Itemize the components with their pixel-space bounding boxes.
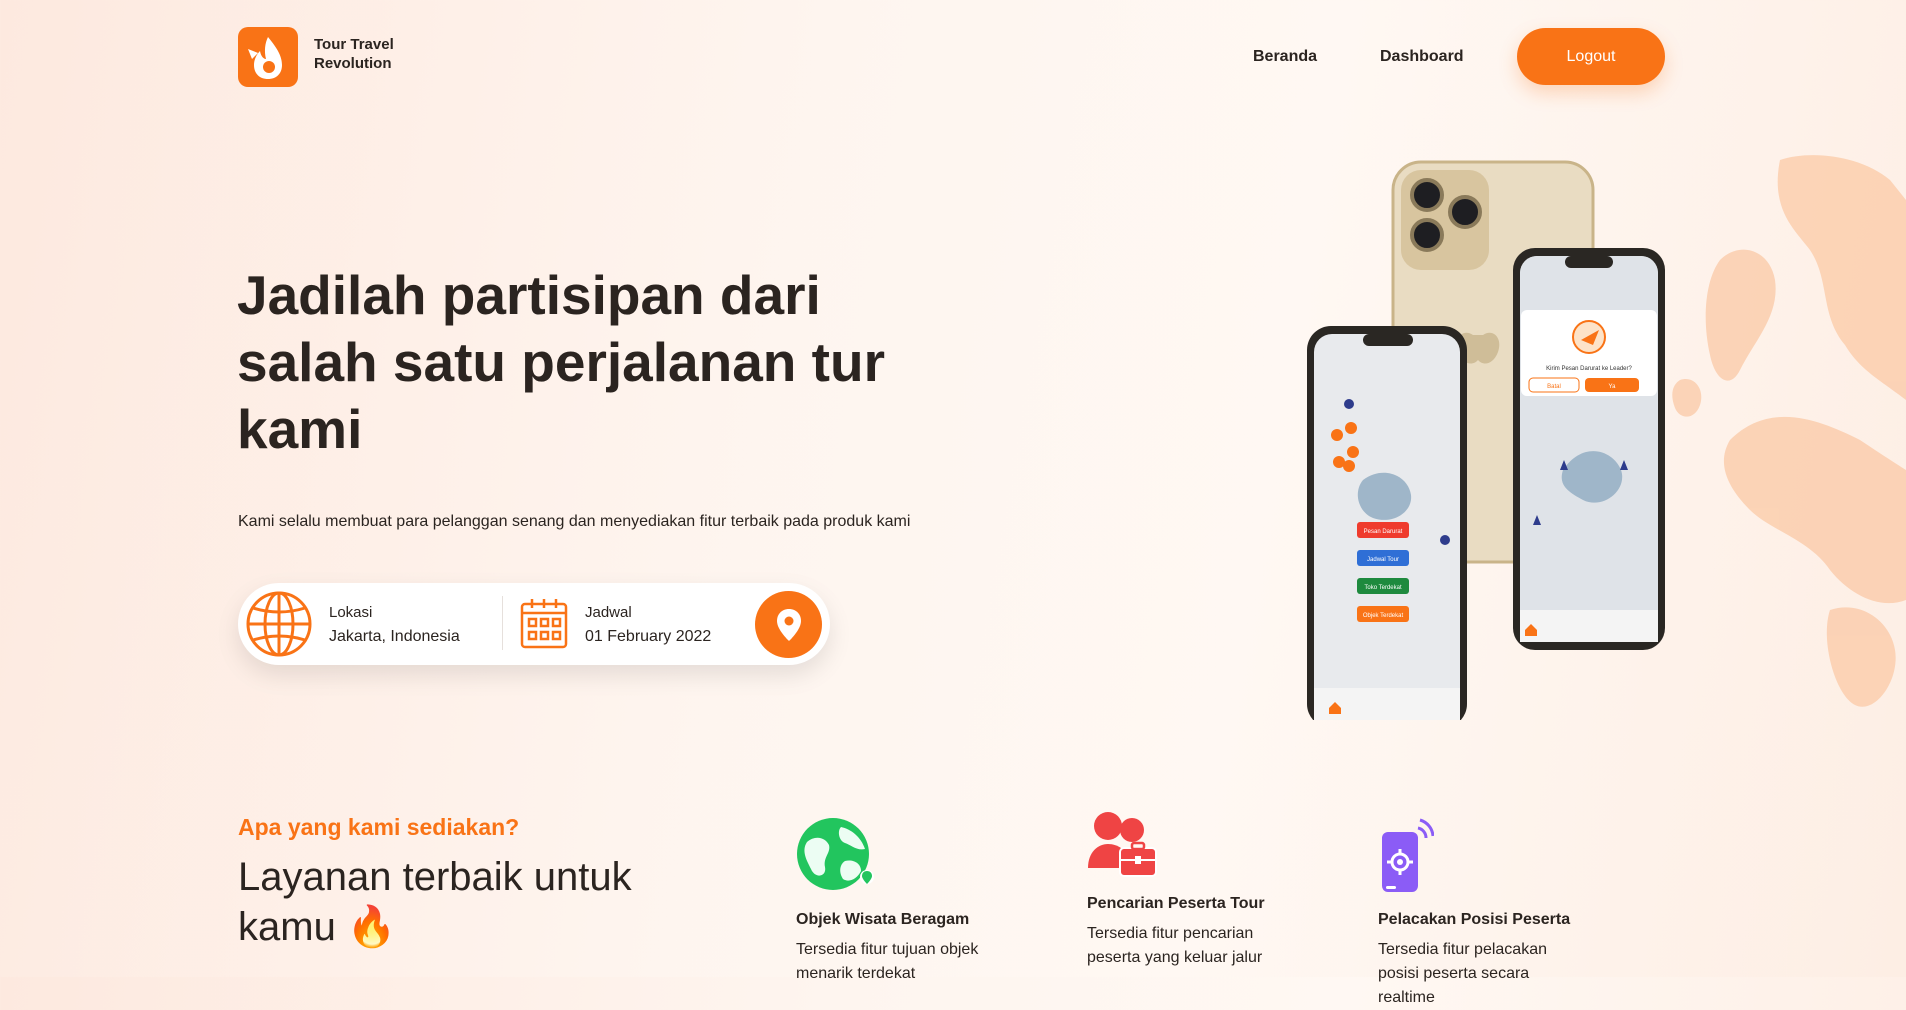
feature-3-title: Pelacakan Posisi Peserta [1378,911,1571,928]
search-divider [502,596,503,650]
hero-subtitle: Kami selalu membuat para pelanggan senan… [238,513,911,530]
globe-icon [246,591,312,657]
people-icon [1088,812,1157,877]
brand-logo[interactable] [238,27,298,87]
calendar-icon [520,599,568,649]
services-title: Layanan terbaik untuk kamu 🔥 [238,855,632,949]
services-eyebrow: Apa yang kami sediakan? [238,814,520,840]
feature-1-title: Objek Wisata Beragam [796,911,970,928]
brand-name-line1: Tour Travel [314,36,394,53]
phones-illustration: Kirim Pesan Darurat ke Leader? Batal Ya [1303,140,1883,728]
dialog-ok: Ya [1609,384,1617,390]
menu-item-2: Jadwal Tour [1367,557,1399,563]
nav-dashboard[interactable]: Dashboard [1380,48,1464,66]
schedule-value[interactable]: 01 February 2022 [585,628,711,646]
brand-name: Tour Travel Revolution [314,35,394,73]
logout-button[interactable]: Logout [1517,28,1665,85]
phone-tracking-icon [1382,818,1434,892]
dialog-cancel: Batal [1547,384,1561,390]
menu-item-1: Pesan Darurat [1364,529,1403,535]
location-value[interactable]: Jakarta, Indonesia [329,628,460,646]
menu-item-3: Toko Terdekat [1364,585,1402,591]
nav-beranda[interactable]: Beranda [1253,48,1317,66]
feature-2-desc: Tersedia fitur pencarian peserta yang ke… [1087,925,1263,966]
location-pin-icon [776,608,801,641]
hero-title: Jadilah partisipan dari salah satu perja… [237,264,885,460]
schedule-label: Jadwal [585,604,632,621]
phones-illustration-svg: Kirim Pesan Darurat ke Leader? Batal Ya [1307,160,1665,728]
brand-name-line2: Revolution [314,55,392,72]
earth-icon [797,818,874,890]
right-phone: Kirim Pesan Darurat ke Leader? Batal Ya [1513,248,1665,650]
left-phone: Pesan Darurat Jadwal Tour Toko Terdekat … [1307,326,1467,728]
location-label: Lokasi [329,604,373,621]
menu-item-4: Objek Terdekat [1363,613,1404,619]
search-location-button[interactable] [755,591,822,658]
feature-1-desc: Tersedia fitur tujuan objek menarik terd… [796,941,979,982]
dialog-text: Kirim Pesan Darurat ke Leader? [1546,366,1632,372]
feature-3-desc: Tersedia fitur pelacakan posisi peserta … [1378,941,1547,1006]
flame-logo-icon [248,37,282,79]
feature-2-title: Pencarian Peserta Tour [1087,895,1265,912]
